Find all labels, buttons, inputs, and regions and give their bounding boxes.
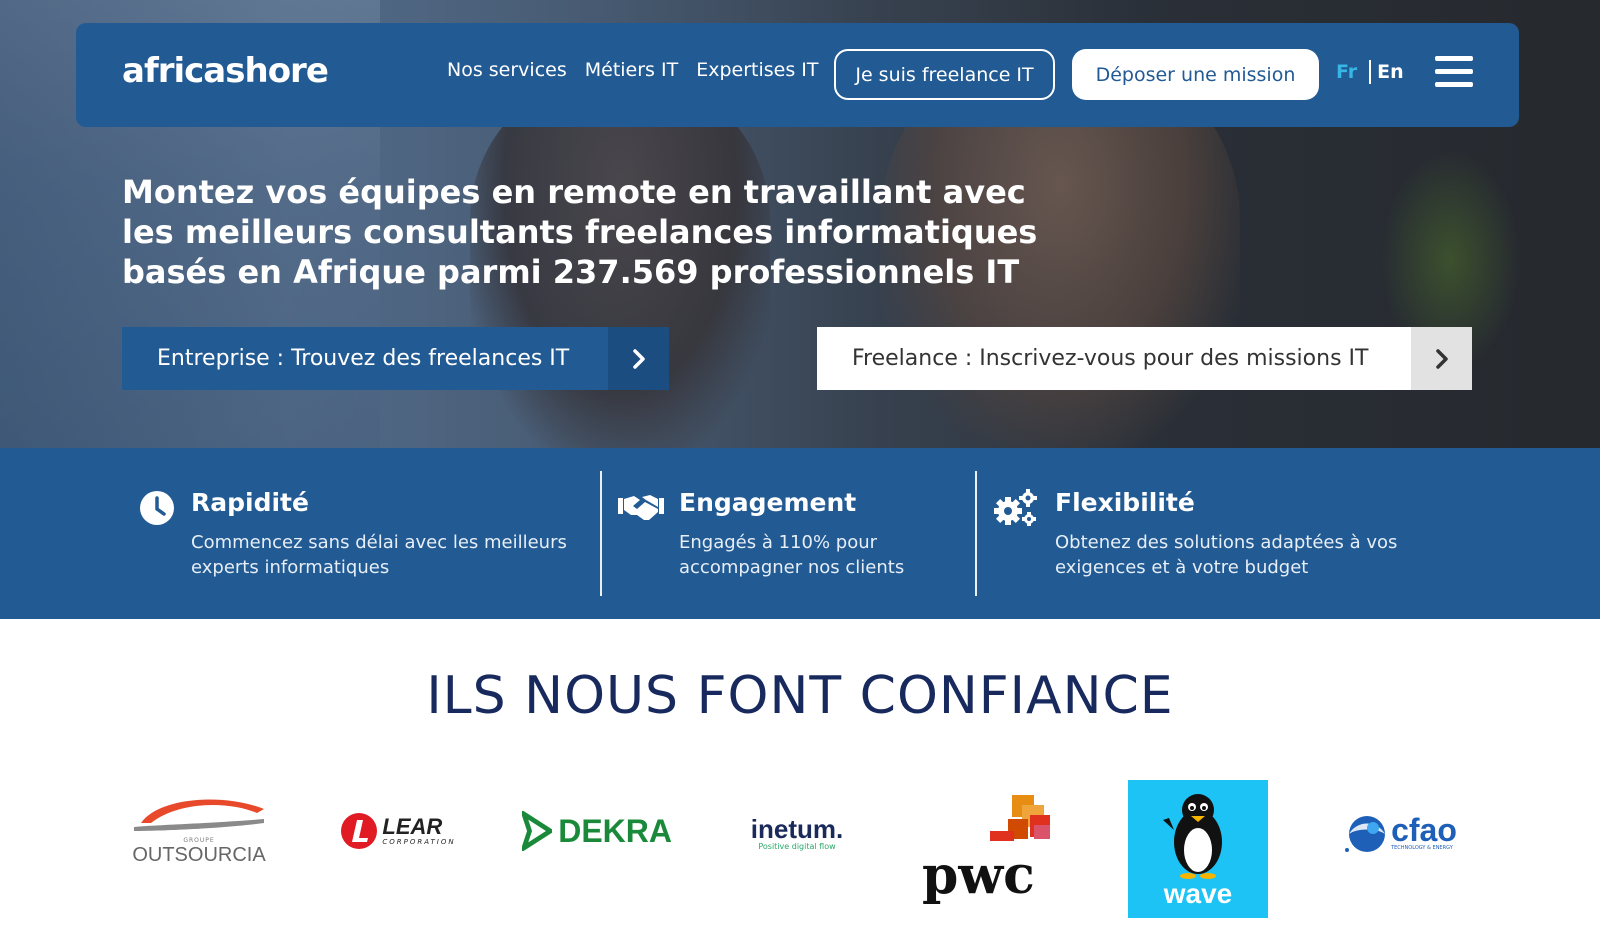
trust-section-title: ILS NOUS FONT CONFIANCE <box>426 666 1174 726</box>
dekra-logo: DEKRA <box>522 808 672 854</box>
client-logos: GROUPE OUTSOURCIA LEAR CORPORATION DEKRA… <box>0 770 1600 920</box>
lang-en-link[interactable]: En <box>1377 61 1404 83</box>
wave-logo: wave <box>1128 780 1268 918</box>
chevron-right-icon <box>1411 327 1472 390</box>
feature-title: Engagement <box>679 488 857 517</box>
feature-description: Commencez sans délai avec les meilleurs … <box>191 532 567 578</box>
deposit-mission-button[interactable]: Déposer une mission <box>1072 49 1319 100</box>
africashore-logo[interactable]: africashore <box>122 51 329 91</box>
freelance-cta-button[interactable]: Freelance : Inscrivez-vous pour des miss… <box>817 327 1472 390</box>
inetum-name: inetum. <box>750 813 844 844</box>
enterprise-cta-button[interactable]: Entreprise : Trouvez des freelances IT <box>122 327 669 390</box>
pwc-logo: pwc <box>922 795 1072 905</box>
hamburger-menu-icon[interactable] <box>1435 56 1473 90</box>
language-switcher: Fr En <box>1336 60 1404 84</box>
lear-sub: CORPORATION <box>382 838 456 846</box>
inetum-logo: inetum. Positive digital flow <box>722 808 872 858</box>
lang-separator <box>1369 60 1372 84</box>
outsourcia-logo: GROUPE OUTSOURCIA <box>124 790 274 872</box>
feature-title: Flexibilité <box>1055 488 1195 517</box>
feature-rapidite: Rapidité Commencez sans délai avec les m… <box>0 448 600 619</box>
freelance-it-button[interactable]: Je suis freelance IT <box>834 49 1055 100</box>
lear-name: LEAR <box>382 814 443 839</box>
lear-logo: LEAR CORPORATION <box>326 805 470 857</box>
top-navbar: africashore Nos services Métiers IT Expe… <box>76 23 1519 127</box>
clock-icon <box>137 488 177 528</box>
cfao-sub: TECHNOLOGY & ENERGY <box>1391 845 1453 851</box>
nav-links: Nos services Métiers IT Expertises IT <box>447 59 818 81</box>
feature-flexibilite: Flexibilité Obtenez des solutions adapté… <box>977 448 1477 619</box>
chevron-right-icon <box>608 327 669 390</box>
enterprise-cta-label: Entreprise : Trouvez des freelances IT <box>157 346 570 371</box>
nav-link-expertises[interactable]: Expertises IT <box>696 59 818 81</box>
cfao-logo: cfao TECHNOLOGY & ENERGY <box>1330 808 1470 858</box>
feature-description: Obtenez des solutions adaptées à vos exi… <box>1055 532 1398 578</box>
cfao-name: cfao <box>1391 812 1457 848</box>
feature-engagement: Engagement Engagés à 110% pour accompagn… <box>602 448 975 619</box>
feature-title: Rapidité <box>191 488 309 517</box>
pwc-name: pwc <box>922 845 1035 905</box>
feature-description: Engagés à 110% pour accompagner nos clie… <box>679 532 905 578</box>
freelance-cta-label: Freelance : Inscrivez-vous pour des miss… <box>852 346 1369 371</box>
nav-link-services[interactable]: Nos services <box>447 59 567 81</box>
handshake-icon <box>617 488 665 528</box>
features-band: Rapidité Commencez sans délai avec les m… <box>0 448 1600 619</box>
outsourcia-name: OUTSOURCIA <box>132 844 266 866</box>
wave-name: wave <box>1163 878 1233 909</box>
inetum-sub: Positive digital flow <box>758 841 836 851</box>
gears-icon <box>992 488 1038 528</box>
hero-headline: Montez vos équipes en remote en travaill… <box>122 173 1038 291</box>
outsourcia-sub: GROUPE <box>183 837 215 844</box>
dekra-name: DEKRA <box>558 812 672 849</box>
lang-fr-link[interactable]: Fr <box>1336 61 1357 83</box>
nav-link-metiers[interactable]: Métiers IT <box>585 59 678 81</box>
